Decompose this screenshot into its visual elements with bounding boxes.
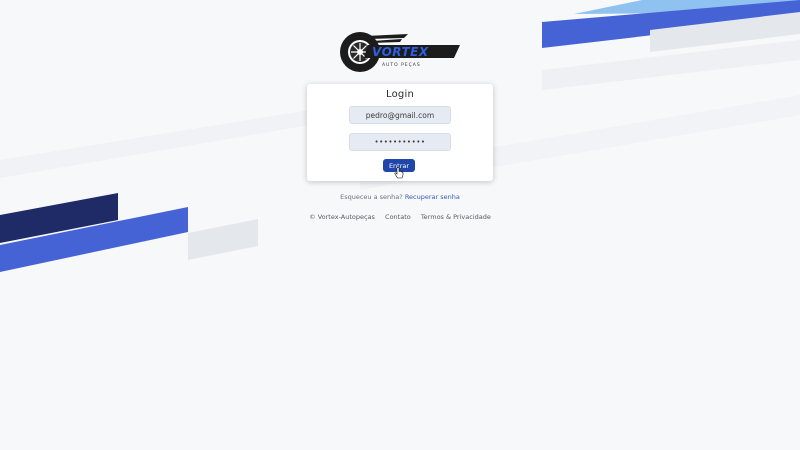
- footer: © Vortex-Autopeças Contato Termos & Priv…: [0, 213, 800, 221]
- vortex-logo: VORTEX AUTO PEÇAS: [338, 28, 462, 74]
- hand-cursor-icon: [394, 167, 404, 179]
- footer-copyright: © Vortex-Autopeças: [309, 213, 375, 221]
- logo-tagline: AUTO PEÇAS: [382, 62, 421, 68]
- login-title: Login: [386, 89, 414, 100]
- footer-contact-link[interactable]: Contato: [385, 213, 411, 221]
- stripe-gray-bottom: [188, 219, 258, 260]
- logo-brand: VORTEX: [372, 45, 429, 59]
- recover-password-link[interactable]: Recuperar senha: [405, 193, 460, 201]
- password-field[interactable]: •••••••••••: [349, 133, 451, 151]
- login-page: VORTEX AUTO PEÇAS Login pedro@gmail.com …: [0, 0, 800, 450]
- email-field[interactable]: pedro@gmail.com: [349, 106, 451, 124]
- stripe-faint-bottom: [0, 110, 310, 178]
- forgot-password-row: Esqueceu a senha? Recuperar senha: [0, 193, 800, 201]
- footer-terms-link[interactable]: Termos & Privacidade: [421, 213, 491, 221]
- forgot-question: Esqueceu a senha?: [340, 193, 403, 201]
